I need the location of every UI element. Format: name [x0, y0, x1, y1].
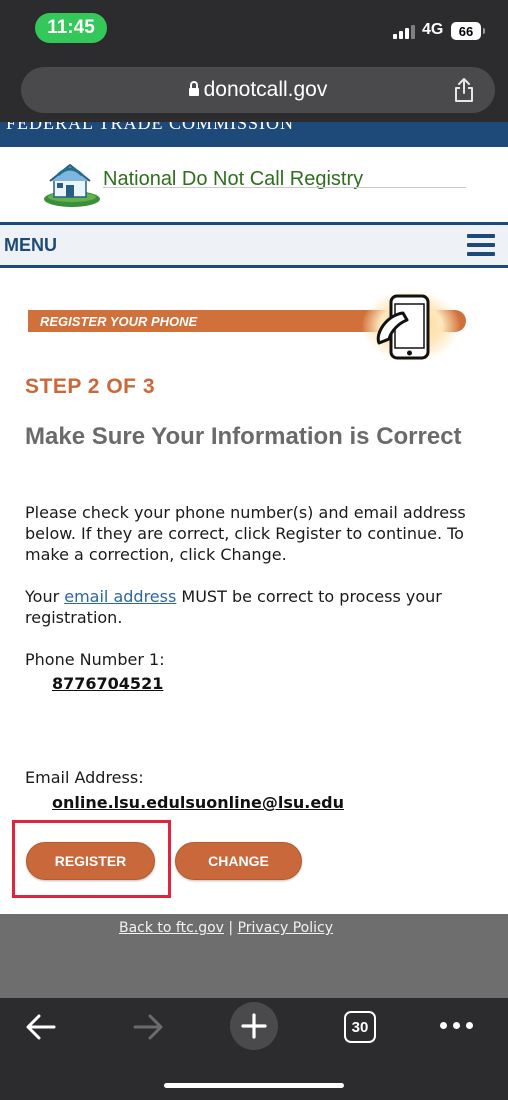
browser-top-bar: 11:45 4G 66 donotcall.gov	[0, 0, 508, 122]
agency-name: FEDERAL TRADE COMMISSION	[6, 122, 295, 133]
phone-number-label: Phone Number 1:	[25, 650, 165, 669]
lock-icon	[188, 81, 199, 98]
instructions-text: Please check your phone number(s) and em…	[25, 503, 466, 564]
battery-level: 66	[458, 23, 474, 39]
email-address-label: Email Address:	[25, 768, 144, 787]
site-footer: Back to ftc.gov | Privacy Policy	[0, 914, 508, 998]
plus-icon	[241, 1013, 267, 1039]
back-to-ftc-link[interactable]: Back to ftc.gov	[119, 920, 224, 936]
new-tab-button[interactable]	[230, 1002, 278, 1050]
site-branding[interactable]: National Do Not Call Registry	[0, 147, 508, 222]
battery-icon: 66	[451, 22, 485, 40]
address-bar[interactable]: donotcall.gov	[21, 67, 495, 113]
forward-arrow-icon[interactable]	[131, 1012, 165, 1042]
signal-icon	[393, 25, 415, 39]
email-address-link[interactable]: email address	[64, 587, 176, 606]
network-type: 4G	[422, 21, 444, 38]
status-time: 11:45	[35, 13, 107, 43]
hamburger-menu-icon[interactable]	[467, 234, 495, 256]
mobile-phone-icon	[376, 294, 430, 360]
section-banner: REGISTER YOUR PHONE	[0, 288, 508, 362]
section-banner-label: REGISTER YOUR PHONE	[40, 314, 198, 329]
phone-number-value: 8776704521	[52, 674, 164, 693]
home-indicator	[164, 1083, 344, 1088]
agency-banner: FEDERAL TRADE COMMISSION	[0, 122, 508, 147]
house-phone-logo-icon	[44, 164, 100, 207]
url-text: donotcall.gov	[203, 78, 328, 101]
change-button[interactable]: CHANGE	[175, 842, 302, 880]
tabs-button[interactable]: 30	[344, 1011, 376, 1043]
register-button[interactable]: REGISTER	[26, 842, 155, 880]
share-icon[interactable]	[453, 77, 475, 103]
email-notice: Your email address MUST be correct to pr…	[25, 586, 495, 628]
step-indicator: STEP 2 OF 3	[25, 375, 155, 398]
footer-links: Back to ftc.gov | Privacy Policy	[0, 920, 452, 936]
email-address-value: online.lsu.edulsuonline@lsu.edu	[52, 793, 345, 812]
browser-toolbar: 30	[0, 998, 508, 1100]
more-options-icon[interactable]	[440, 1022, 474, 1030]
page-title: Make Sure Your Information is Correct	[25, 423, 462, 450]
title-divider	[103, 187, 466, 188]
menu-label[interactable]: MENU	[4, 235, 57, 256]
footer-separator: |	[228, 920, 234, 936]
menu-bar[interactable]: MENU	[0, 222, 508, 268]
email-notice-prefix: Your	[25, 587, 65, 606]
privacy-policy-link[interactable]: Privacy Policy	[238, 920, 333, 936]
back-arrow-icon[interactable]	[24, 1012, 58, 1042]
